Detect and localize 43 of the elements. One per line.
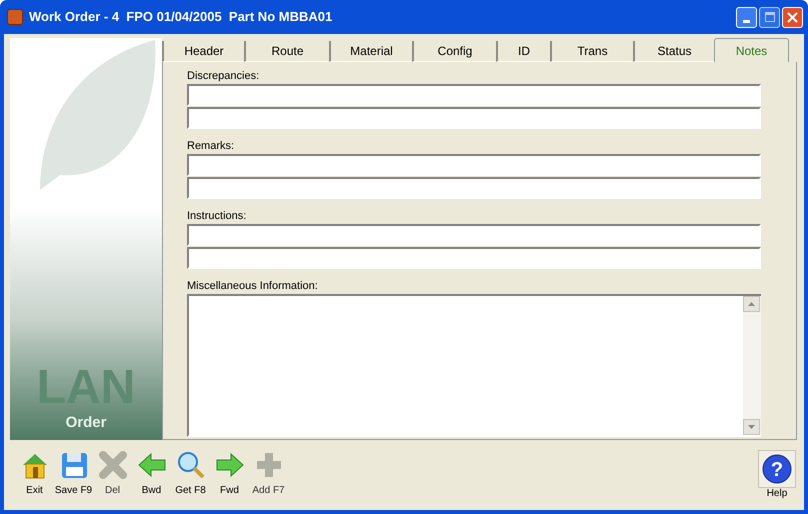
toolbar-button[interactable]: Exit	[16, 450, 53, 497]
tab[interactable]: Status	[633, 41, 714, 62]
minimize-button[interactable]	[736, 6, 757, 28]
tab[interactable]: Config	[412, 41, 496, 62]
toolbar-button[interactable]: Bwd	[133, 450, 170, 497]
field-label: Discrepancies:	[187, 70, 260, 83]
tab[interactable]: Material	[329, 41, 412, 62]
text-field[interactable]	[187, 154, 761, 176]
tab[interactable]: Notes	[714, 38, 789, 62]
tab[interactable]: ID	[496, 41, 550, 62]
maximize-icon	[764, 12, 774, 22]
up-arrow-icon	[748, 302, 755, 306]
magnifier-icon	[176, 450, 206, 480]
toolbar-button[interactable]: Fwd	[211, 450, 248, 497]
text-field[interactable]	[187, 177, 761, 199]
toolbar-button[interactable]: Get F8	[172, 450, 209, 497]
text-field[interactable]	[187, 224, 761, 246]
tab[interactable]: Trans	[550, 41, 633, 62]
help-label: Help	[766, 488, 788, 500]
scroll-down-button[interactable]	[743, 419, 760, 435]
close-button[interactable]	[782, 6, 803, 28]
down-arrow-icon	[748, 425, 755, 429]
logo-caption: Order	[66, 412, 106, 432]
field-label: Miscellaneous Information:	[187, 280, 319, 293]
text-field[interactable]	[187, 107, 761, 129]
tab[interactable]: Route	[244, 41, 329, 62]
tab[interactable]: Header	[162, 41, 244, 62]
field-label: Remarks:	[187, 140, 236, 153]
left-arrow-icon	[136, 450, 166, 480]
text-field[interactable]	[187, 247, 761, 269]
x-mark-icon	[98, 450, 128, 480]
minimize-icon	[743, 20, 750, 22]
app-icon	[7, 9, 23, 25]
close-icon	[787, 12, 798, 22]
field-label: Instructions:	[187, 210, 248, 223]
memo-field[interactable]	[187, 294, 743, 437]
window-title: Work Order - 4 FPO 01/04/2005 Part No MBBA01	[29, 8, 332, 26]
scrollbar[interactable]	[743, 294, 761, 437]
text-field[interactable]	[187, 84, 761, 106]
toolbar-button[interactable]: Save F9	[55, 450, 92, 497]
maximize-button[interactable]	[759, 6, 780, 28]
scroll-up-button[interactable]	[743, 296, 760, 312]
right-arrow-icon	[214, 450, 244, 480]
